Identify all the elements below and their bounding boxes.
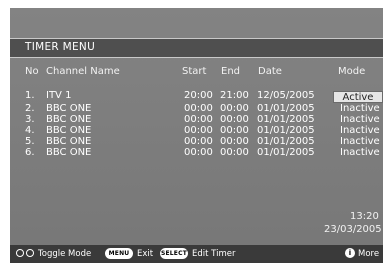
row-end: 21:00 [220, 90, 249, 101]
row-date: 01/01/2005 [257, 147, 315, 158]
status-badge-active[interactable]: Active [333, 91, 383, 103]
row-end: 00:00 [220, 114, 249, 125]
header-end: End [221, 66, 241, 77]
header-channel: Channel Name [46, 66, 120, 77]
status-badge-inactive[interactable]: Inactive [340, 104, 380, 114]
row-date: 01/01/2005 [257, 125, 315, 136]
row-start: 20:00 [184, 90, 213, 101]
status-badge-inactive[interactable]: Inactive [340, 115, 380, 125]
row-no: 5. [25, 136, 35, 147]
menu-key-icon: MENU [105, 248, 133, 259]
row-channel: ITV 1 [46, 90, 72, 101]
header-mode: Mode [338, 66, 366, 77]
row-start: 00:00 [184, 136, 213, 147]
page-title: TIMER MENU [25, 41, 96, 53]
status-badge-inactive[interactable]: Inactive [340, 148, 380, 158]
timer-row-6[interactable]: 6. BBC ONE 00:00 00:00 01/01/2005 Inacti… [10, 148, 383, 158]
header-start: Start [182, 66, 207, 77]
row-no: 6. [25, 147, 35, 158]
timer-row-5[interactable]: 5. BBC ONE 00:00 00:00 01/01/2005 Inacti… [10, 137, 383, 147]
row-channel: BBC ONE [46, 136, 92, 147]
right-arrow-icon [26, 249, 34, 257]
exit-label: Exit [137, 249, 154, 259]
clock-date: 23/03/2005 [324, 224, 382, 235]
row-date: 01/01/2005 [257, 136, 315, 147]
clock-time: 13:20 [350, 211, 379, 222]
row-start: 00:00 [184, 103, 213, 114]
row-no: 3. [25, 114, 35, 125]
toggle-mode-label: Toggle Mode [38, 249, 92, 259]
row-channel: BBC ONE [46, 114, 92, 125]
edit-timer-label: Edit Timer [192, 249, 236, 259]
status-badge-inactive[interactable]: Inactive [340, 126, 380, 136]
select-key-icon: SELECT [160, 248, 188, 259]
timer-row-1[interactable]: 1. ITV 1 20:00 21:00 12/05/2005 Active [10, 90, 383, 103]
row-end: 00:00 [220, 136, 249, 147]
row-end: 00:00 [220, 103, 249, 114]
row-no: 1. [25, 90, 35, 101]
row-date: 01/01/2005 [257, 103, 315, 114]
more-label: More [358, 249, 380, 259]
timer-row-4[interactable]: 4. BBC ONE 00:00 00:00 01/01/2005 Inacti… [10, 126, 383, 136]
timer-row-3[interactable]: 3. BBC ONE 00:00 00:00 01/01/2005 Inacti… [10, 115, 383, 125]
row-start: 00:00 [184, 147, 213, 158]
header-no: No [25, 66, 39, 77]
row-start: 00:00 [184, 114, 213, 125]
row-no: 4. [25, 125, 35, 136]
left-arrow-icon [16, 249, 24, 257]
footer-legend: Toggle Mode MENU Exit SELECT Edit Timer … [10, 245, 383, 263]
row-no: 2. [25, 103, 35, 114]
row-date: 01/01/2005 [257, 114, 315, 125]
row-end: 00:00 [220, 125, 249, 136]
info-icon: i [345, 248, 355, 258]
row-end: 00:00 [220, 147, 249, 158]
row-start: 00:00 [184, 125, 213, 136]
header-date: Date [258, 66, 282, 77]
row-date: 12/05/2005 [257, 90, 315, 101]
status-badge-inactive[interactable]: Inactive [340, 137, 380, 147]
row-channel: BBC ONE [46, 125, 92, 136]
row-channel: BBC ONE [46, 103, 92, 114]
tv-screen: TIMER MENU No Channel Name Start End Dat… [10, 8, 383, 263]
title-bar: TIMER MENU [10, 38, 383, 58]
timer-row-2[interactable]: 2. BBC ONE 00:00 00:00 01/01/2005 Inacti… [10, 104, 383, 114]
row-channel: BBC ONE [46, 147, 92, 158]
